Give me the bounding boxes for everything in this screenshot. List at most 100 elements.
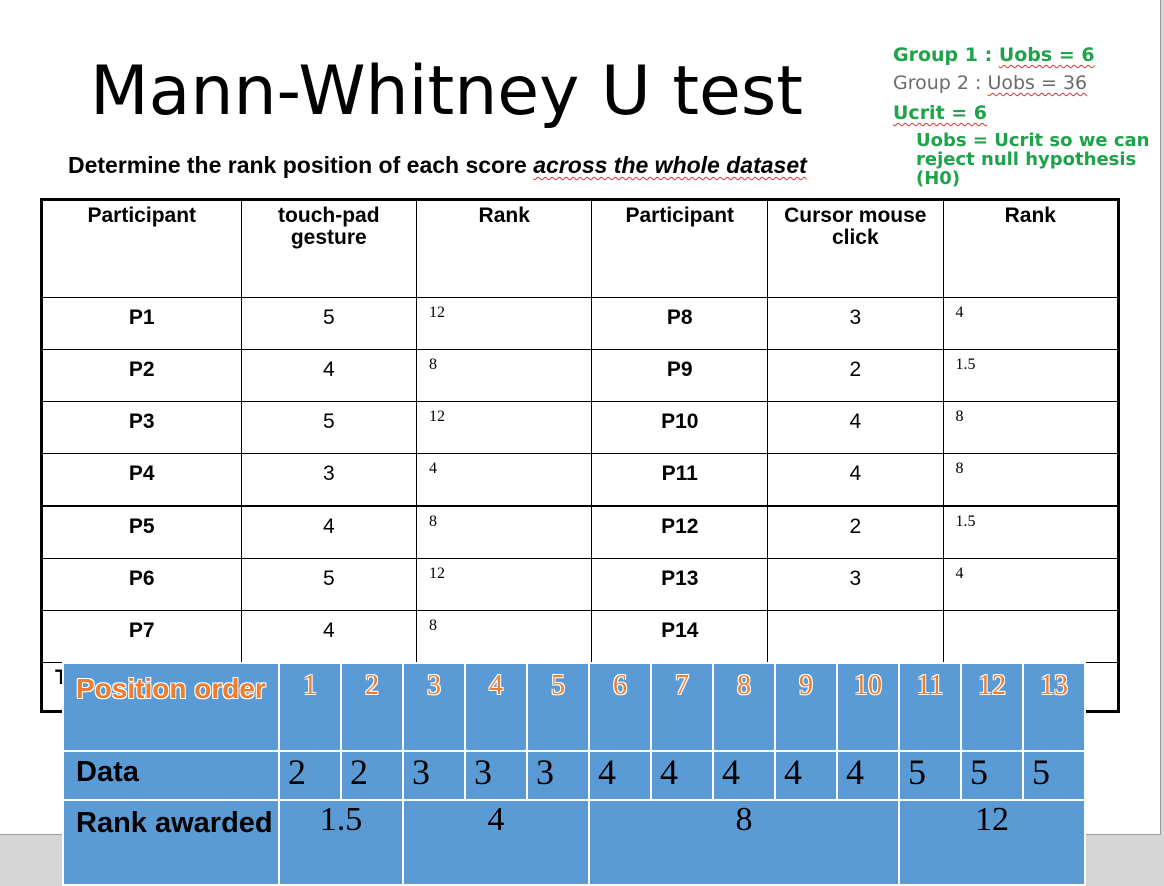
data-value: 2	[340, 750, 404, 801]
scores-table: Participant touch-pad gesture Rank Parti…	[40, 198, 1120, 713]
group1-uobs: Uobs = 6	[998, 44, 1095, 66]
header-participant-1: Participant	[41, 199, 242, 298]
rank-1-cell: 12	[416, 401, 593, 454]
rank-awarded-label: Rank awarded	[62, 799, 280, 886]
header-mouse-click: Cursor mouse click	[767, 199, 944, 298]
data-row: Data 2233344444555	[62, 750, 1086, 801]
rank-1-cell: 12	[416, 297, 593, 350]
data-value: 4	[774, 750, 838, 801]
ucrit-note: Ucrit = 6	[893, 102, 988, 124]
position-number: 8	[712, 662, 776, 752]
header-participant-2: Participant	[591, 199, 769, 298]
touchpad-score-cell: 4	[240, 505, 418, 559]
touchpad-score-cell: 3	[240, 453, 418, 507]
slide: Mann-Whitney U test Group 1 : Uobs = 6 G…	[0, 0, 1161, 886]
ranking-table: Position order 1 2 3 4 5 6 7 8 9 10 11 12 13 Data 22…	[62, 662, 1086, 886]
data-value: 5	[1022, 750, 1086, 801]
position-number: 1	[278, 662, 342, 752]
table-row: P4 3 4 P11 4 8	[41, 453, 1120, 507]
participant-1-cell: P2	[41, 349, 242, 402]
touchpad-score-cell: 4	[240, 610, 418, 663]
participant-2-cell: P8	[591, 297, 769, 350]
participant-1-cell: P4	[41, 453, 242, 507]
participant-1-cell: P5	[41, 505, 242, 559]
conclusion-note: Uobs = Ucrit so we can reject null hypot…	[916, 130, 1150, 189]
mouse-score-cell: 3	[767, 297, 944, 350]
rank-awarded-value: 4	[402, 799, 590, 886]
group1-note: Group 1 : Uobs = 6	[893, 44, 1095, 66]
data-value: 4	[588, 750, 652, 801]
data-label: Data	[62, 750, 280, 801]
position-number: 9	[774, 662, 838, 752]
position-row: Position order 1 2 3 4 5 6 7 8 9 10 11 12 13	[62, 662, 1086, 752]
rank-1-cell: 4	[416, 453, 593, 507]
header-rank-1: Rank	[416, 199, 593, 298]
data-value: 3	[402, 750, 466, 801]
table-row: P6 5 12 P13 3 4	[41, 558, 1120, 611]
position-number: 3	[402, 662, 466, 752]
table-header-row: Participant touch-pad gesture Rank Parti…	[41, 199, 1120, 298]
participant-2-cell: P13	[591, 558, 769, 611]
mouse-score-cell	[767, 610, 944, 663]
data-value: 4	[712, 750, 776, 801]
position-number: 10	[836, 662, 900, 752]
data-value: 5	[898, 750, 962, 801]
table-row: P3 5 12 P10 4 8	[41, 401, 1120, 454]
position-number: 12	[960, 662, 1024, 752]
data-value: 5	[960, 750, 1024, 801]
position-number: 7	[650, 662, 714, 752]
rank-2-cell: 1.5	[942, 505, 1120, 559]
table-row: P5 4 8 P12 2 1.5	[41, 505, 1120, 559]
touchpad-score-cell: 4	[240, 349, 418, 402]
position-number: 11	[898, 662, 962, 752]
participant-2-cell: P14	[591, 610, 769, 663]
rank-row: Rank awarded 1.5 4 8 12	[62, 799, 1086, 886]
slide-title: Mann-Whitney U test	[90, 52, 803, 131]
data-value: 3	[526, 750, 590, 801]
rank-1-cell: 8	[416, 349, 593, 402]
group2-note: Group 2 : Uobs = 36	[893, 72, 1088, 94]
touchpad-score-cell: 5	[240, 297, 418, 350]
participant-2-cell: P12	[591, 505, 769, 559]
table-row: P2 4 8 P9 2 1.5	[41, 349, 1120, 402]
participant-2-cell: P9	[591, 349, 769, 402]
rank-awarded-value: 12	[898, 799, 1086, 886]
touchpad-score-cell: 5	[240, 558, 418, 611]
table-row: P1 5 12 P8 3 4	[41, 297, 1120, 350]
table-row: P7 4 8 P14	[41, 610, 1120, 663]
rank-1-cell: 8	[416, 505, 593, 559]
position-number: 5	[526, 662, 590, 752]
rank-1-cell: 8	[416, 610, 593, 663]
rank-awarded-value: 8	[588, 799, 900, 886]
rank-1-cell: 12	[416, 558, 593, 611]
rank-2-cell: 8	[942, 401, 1120, 454]
mouse-score-cell: 4	[767, 401, 944, 454]
mouse-score-cell: 2	[767, 505, 944, 559]
position-number: 13	[1022, 662, 1086, 752]
participant-1-cell: P6	[41, 558, 242, 611]
rank-2-cell: 8	[942, 453, 1120, 507]
participant-1-cell: P3	[41, 401, 242, 454]
mouse-score-cell: 4	[767, 453, 944, 507]
mouse-score-cell: 2	[767, 349, 944, 402]
header-rank-2: Rank	[942, 199, 1120, 298]
position-number: 4	[464, 662, 528, 752]
position-number: 2	[340, 662, 404, 752]
position-label: Position order	[62, 662, 280, 752]
position-number: 6	[588, 662, 652, 752]
touchpad-score-cell: 5	[240, 401, 418, 454]
data-value: 2	[278, 750, 342, 801]
participant-1-cell: P7	[41, 610, 242, 663]
participant-2-cell: P10	[591, 401, 769, 454]
rank-2-cell: 1.5	[942, 349, 1120, 402]
data-value: 3	[464, 750, 528, 801]
mouse-score-cell: 3	[767, 558, 944, 611]
header-touchpad: touch-pad gesture	[240, 199, 418, 298]
rank-2-cell	[942, 610, 1120, 663]
instruction-text: Determine the rank position of each scor…	[68, 152, 807, 178]
data-value: 4	[650, 750, 714, 801]
participant-2-cell: P11	[591, 453, 769, 507]
rank-2-cell: 4	[942, 297, 1120, 350]
rank-2-cell: 4	[942, 558, 1120, 611]
data-value: 4	[836, 750, 900, 801]
